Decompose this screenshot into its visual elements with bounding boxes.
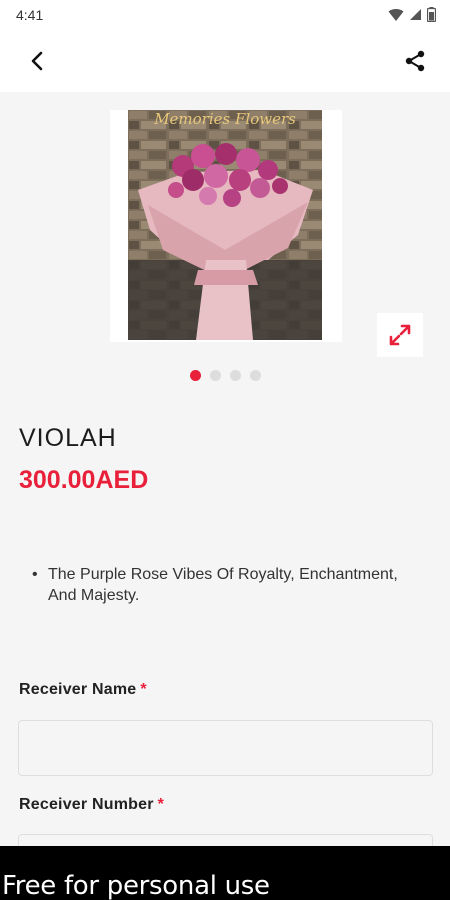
watermark-text: Free for personal use [2, 871, 270, 900]
product-gallery: Memories Flowers [0, 92, 450, 392]
receiver-number-label-text: Receiver Number [19, 796, 154, 813]
app-bar [0, 30, 450, 92]
receiver-number-label: Receiver Number * [19, 796, 164, 814]
battery-icon [427, 7, 436, 22]
pagination-dot[interactable] [229, 370, 241, 381]
product-description: • The Purple Rose Vibes Of Royalty, Ench… [32, 564, 398, 606]
receiver-name-label: Receiver Name * [19, 681, 147, 699]
bouquet-image: Memories Flowers [128, 110, 322, 340]
pagination-dot[interactable] [249, 370, 261, 381]
pagination-dot[interactable] [209, 370, 221, 381]
bullet: • [32, 566, 38, 583]
product-name: VIOLAH [19, 424, 117, 452]
image-caption: Memories Flowers [153, 110, 296, 128]
pagination-dot[interactable] [189, 370, 201, 381]
gallery-pagination [0, 370, 450, 381]
share-icon [405, 50, 425, 72]
status-icons [388, 7, 436, 22]
product-price: 300.00AED [19, 466, 149, 494]
cell-signal-icon [410, 9, 421, 20]
description-text: The Purple Rose Vibes Of Royalty, Enchan… [48, 566, 398, 604]
expand-image-button[interactable] [377, 313, 423, 357]
receiver-name-label-text: Receiver Name [19, 681, 137, 698]
product-image[interactable]: Memories Flowers [128, 110, 322, 340]
wifi-icon [388, 8, 404, 21]
share-button[interactable] [400, 46, 430, 76]
receiver-name-input[interactable] [18, 720, 433, 776]
required-mark: * [140, 681, 147, 698]
required-mark: * [157, 796, 165, 813]
expand-icon [389, 324, 411, 346]
product-image-frame: Memories Flowers [110, 110, 342, 342]
back-button[interactable] [22, 47, 52, 75]
chevron-left-icon [31, 51, 43, 71]
status-time: 4:41 [16, 7, 44, 23]
status-bar: 4:41 [0, 0, 450, 30]
